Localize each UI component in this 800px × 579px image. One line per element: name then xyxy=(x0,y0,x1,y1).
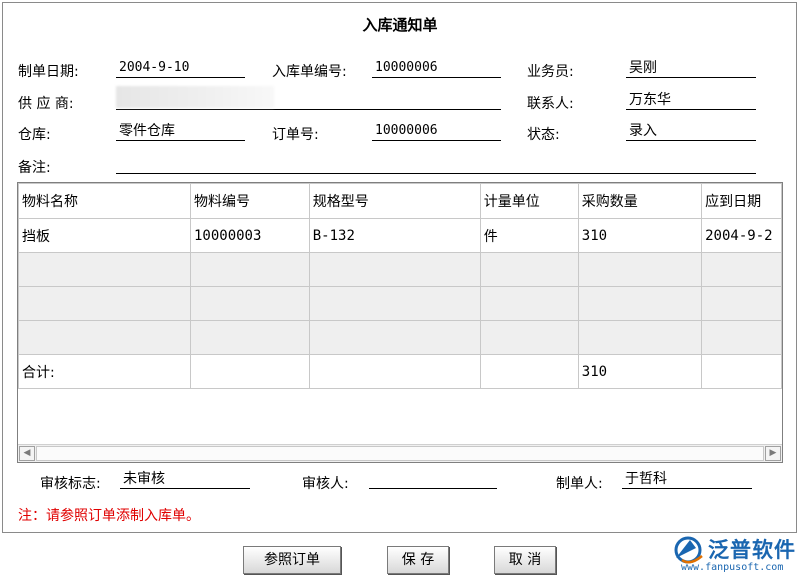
total-cell xyxy=(701,354,782,389)
total-cell xyxy=(189,354,310,389)
supplier-label: 供 应 商: xyxy=(18,96,74,112)
col-header-material-name[interactable]: 物料名称 xyxy=(18,183,191,219)
empty-cell[interactable] xyxy=(18,252,191,287)
col-header-due-date[interactable]: 应到日期 xyxy=(701,183,782,219)
items-grid: 物料名称 物料编号 规格型号 计量单位 采购数量 应到日期 挡板 1000000… xyxy=(17,182,783,463)
empty-cell[interactable] xyxy=(308,286,481,321)
order-no-field[interactable]: 10000006 xyxy=(372,58,501,78)
salesman-field[interactable]: 吴刚 xyxy=(626,58,756,78)
col-header-unit[interactable]: 计量单位 xyxy=(479,183,579,219)
empty-cell[interactable] xyxy=(189,286,310,321)
scroll-left-icon[interactable]: ◀ xyxy=(19,446,35,461)
empty-cell[interactable] xyxy=(577,252,703,287)
empty-cell[interactable] xyxy=(18,286,191,321)
purchase-order-label: 订单号: xyxy=(272,127,319,143)
date-field[interactable]: 2004-9-10 xyxy=(116,58,245,78)
empty-cell[interactable] xyxy=(308,320,481,355)
empty-cell[interactable] xyxy=(577,320,703,355)
empty-cell[interactable] xyxy=(701,252,782,287)
empty-cell[interactable] xyxy=(479,252,579,287)
auditor-field[interactable] xyxy=(369,469,497,489)
contact-field[interactable]: 万东华 xyxy=(626,90,756,110)
horizontal-scrollbar[interactable]: ◀ ▶ xyxy=(18,444,782,462)
status-field[interactable]: 录入 xyxy=(626,121,756,141)
col-header-quantity[interactable]: 采购数量 xyxy=(577,183,703,219)
reference-order-button[interactable]: 参照订单 xyxy=(243,546,341,574)
purchase-order-field[interactable]: 10000006 xyxy=(372,121,501,141)
total-label: 合计: xyxy=(18,354,191,389)
cancel-button[interactable]: 取 消 xyxy=(494,546,556,574)
empty-cell[interactable] xyxy=(189,320,310,355)
cell-material-code[interactable]: 10000003 xyxy=(189,218,310,253)
table-row[interactable]: 挡板 10000003 B-132 件 310 2004-9-2 xyxy=(18,218,782,253)
empty-cell[interactable] xyxy=(701,320,782,355)
scroll-right-icon[interactable]: ▶ xyxy=(765,446,781,461)
scrollbar-thumb[interactable] xyxy=(36,446,764,461)
table-total-row: 合计: 310 xyxy=(18,354,782,389)
empty-cell[interactable] xyxy=(577,286,703,321)
items-table: 物料名称 物料编号 规格型号 计量单位 采购数量 应到日期 挡板 1000000… xyxy=(18,183,782,389)
status-label: 状态: xyxy=(527,127,560,143)
table-header-row: 物料名称 物料编号 规格型号 计量单位 采购数量 应到日期 xyxy=(18,183,782,219)
empty-cell[interactable] xyxy=(479,320,579,355)
creator-label: 制单人: xyxy=(556,476,603,492)
col-header-spec[interactable]: 规格型号 xyxy=(308,183,481,219)
warehouse-label: 仓库: xyxy=(18,127,51,143)
empty-cell[interactable] xyxy=(18,320,191,355)
remark-field[interactable] xyxy=(116,154,756,174)
table-row-empty[interactable] xyxy=(18,252,782,287)
empty-cell[interactable] xyxy=(701,286,782,321)
audit-flag-field[interactable]: 未审核 xyxy=(120,469,250,489)
auditor-label: 审核人: xyxy=(302,476,349,492)
empty-cell[interactable] xyxy=(189,252,310,287)
cell-material-name[interactable]: 挡板 xyxy=(18,218,191,253)
redacted-supplier xyxy=(116,86,274,108)
date-label: 制单日期: xyxy=(18,64,79,80)
cell-due-date[interactable]: 2004-9-2 xyxy=(701,218,782,253)
col-header-material-code[interactable]: 物料编号 xyxy=(189,183,310,219)
logo-url: www.fanpusoft.com xyxy=(681,562,784,573)
audit-flag-label: 审核标志: xyxy=(40,476,101,492)
order-no-label: 入库单编号: xyxy=(272,64,347,80)
total-cell xyxy=(308,354,481,389)
cell-quantity[interactable]: 310 xyxy=(577,218,703,253)
logo-name: 泛普软件 xyxy=(708,538,796,562)
cell-spec[interactable]: B-132 xyxy=(308,218,481,253)
creator-field[interactable]: 于哲科 xyxy=(622,469,752,489)
remark-label: 备注: xyxy=(18,160,51,176)
table-row-empty[interactable] xyxy=(18,320,782,355)
total-cell xyxy=(479,354,579,389)
salesman-label: 业务员: xyxy=(527,64,574,80)
table-row-empty[interactable] xyxy=(18,286,782,321)
form-title: 入库通知单 xyxy=(362,16,438,34)
instruction-note: 注：请参照订单添制入库单。 xyxy=(18,508,200,524)
empty-cell[interactable] xyxy=(479,286,579,321)
save-button[interactable]: 保 存 xyxy=(387,546,449,574)
total-quantity: 310 xyxy=(577,354,703,389)
empty-cell[interactable] xyxy=(308,252,481,287)
contact-label: 联系人: xyxy=(527,96,574,112)
warehouse-field[interactable]: 零件仓库 xyxy=(116,121,245,141)
cell-unit[interactable]: 件 xyxy=(479,218,579,253)
